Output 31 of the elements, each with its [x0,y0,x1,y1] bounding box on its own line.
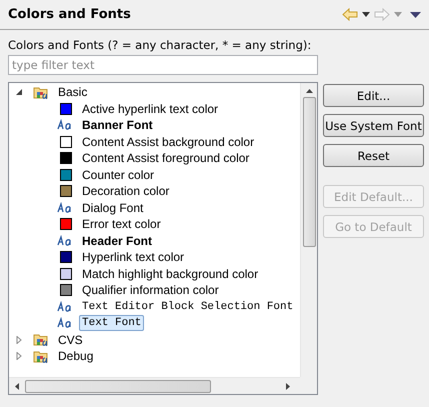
tree-item[interactable]: Decoration color [79,183,172,200]
tree-category[interactable]: Debug [55,348,96,364]
tree-item[interactable]: Active hyperlink text color [79,100,222,117]
tree-item[interactable]: Text Editor Block Selection Font [79,298,296,315]
page-title: Colors and Fonts [8,7,132,22]
view-menu-icon[interactable] [410,12,421,18]
action-button[interactable]: Reset [323,144,424,167]
tree-item[interactable]: Header Font [79,232,156,249]
tree-item[interactable]: Hyperlink text color [79,249,188,266]
scroll-left-arrow-icon[interactable] [15,382,19,390]
tree-item[interactable]: Dialog Font [79,200,146,216]
tree-item[interactable]: Content Assist foreground color [79,150,252,166]
filter-field[interactable]: type filter text [8,55,318,75]
dropdown-caret-icon[interactable] [362,12,370,17]
vertical-scrollbar[interactable] [300,83,317,377]
tree-item[interactable]: Banner Font [79,117,156,134]
tree-category[interactable]: Basic [55,84,90,100]
horizontal-scrollbar[interactable] [9,377,300,394]
tree-item[interactable]: Match highlight background color [79,266,262,282]
tree-category[interactable]: CVS [55,332,86,348]
tree-item[interactable]: Qualifier information color [79,282,222,298]
scroll-up-arrow-icon[interactable] [306,89,312,93]
tree-item[interactable]: Text Font [79,315,144,332]
filter-label: Colors and Fonts (? = any character, * = any string): [8,38,312,52]
action-button[interactable]: Edit... [323,84,424,107]
tree-item[interactable]: Content Assist background color [79,134,258,150]
collapse-arrow-icon[interactable] [15,88,23,96]
tree-item[interactable]: Counter color [79,166,158,183]
tree-item[interactable]: Error text color [79,216,164,232]
scroll-right-arrow-icon[interactable] [286,382,290,390]
action-button[interactable]: Use System Font [323,114,424,137]
